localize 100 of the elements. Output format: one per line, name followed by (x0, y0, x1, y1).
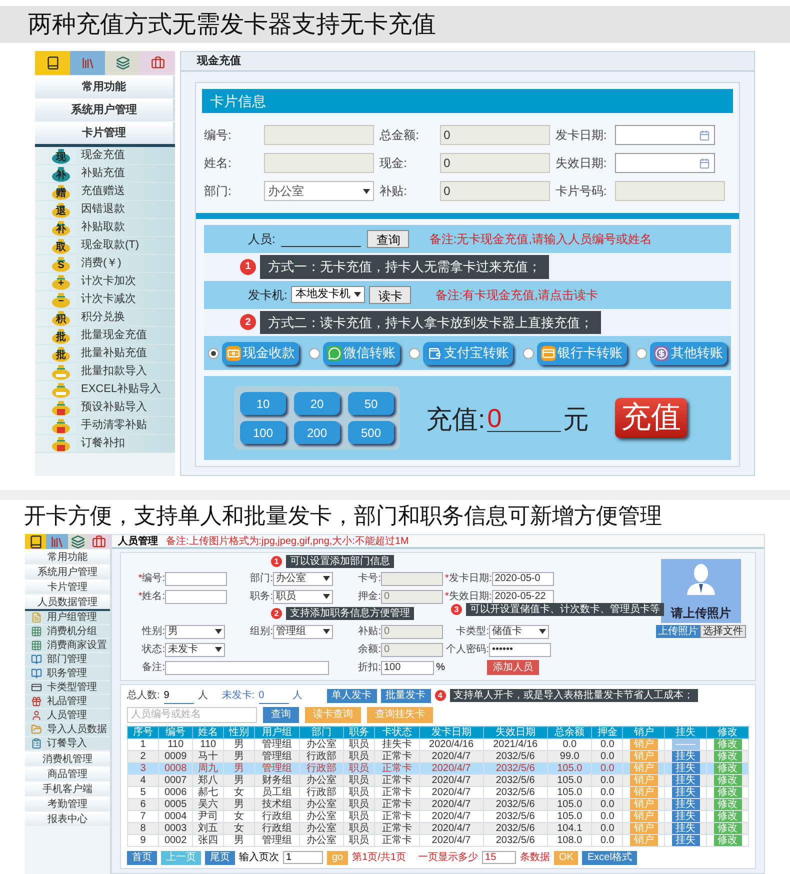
table-row[interactable]: 3 0008 周九 男 管理组 行政部 职员 正常卡 2020/4/7 2032/5/6 105.0 0.0 销户 挂失 修改 (128, 762, 748, 774)
select-field[interactable]: 办公室 (264, 181, 374, 201)
sidebar-tab[interactable] (105, 51, 140, 75)
menu-group[interactable]: 商品管理 (25, 767, 110, 781)
row-action-button[interactable]: 挂失 (672, 775, 700, 786)
pager-button[interactable]: 尾页 (205, 850, 235, 864)
sidebar-tab[interactable] (25, 534, 46, 549)
menu-item[interactable]: 补贴充值 (81, 165, 125, 182)
menu-item[interactable]: 补贴取款 (81, 219, 125, 236)
issue-card-button[interactable]: 单人发卡 (326, 688, 377, 702)
upload-photo-button[interactable]: 上传照片 (656, 625, 700, 638)
menu-item[interactable]: 职务管理 (47, 666, 87, 681)
menu-item[interactable]: 导入人员数据 (47, 722, 107, 737)
menu-item[interactable]: 订餐补扣 (81, 435, 125, 452)
menu-group[interactable]: 常用功能 (35, 76, 175, 98)
menu-group[interactable]: 考勤管理 (25, 797, 110, 811)
choose-file-button[interactable]: 选择文件 (700, 625, 746, 638)
input-field[interactable]: 2020-05-22 (492, 590, 554, 604)
menu-item[interactable]: 用户组管理 (47, 610, 97, 625)
input-field[interactable]: 0 (440, 125, 550, 145)
menu-item[interactable]: 批量补贴充值 (81, 345, 147, 362)
radio-button[interactable] (208, 348, 219, 358)
menu-item[interactable]: 部门管理 (47, 652, 87, 667)
table-row[interactable]: 2 0009 马十 男 管理组 行政部 职员 正常卡 2020/4/7 2032/5/6 99.0 0.0 销户 挂失 修改 (128, 750, 748, 762)
issue-card-button[interactable]: 批量发卡 (380, 688, 431, 702)
input-field[interactable] (165, 660, 329, 674)
row-action-button[interactable]: 挂失 (672, 835, 700, 846)
menu-group[interactable]: 人员数据管理 (25, 595, 110, 609)
menu-group[interactable]: 系统用户管理 (35, 99, 175, 121)
table-row[interactable]: 6 0005 吴六 男 技术组 办公室 职员 正常卡 2020/4/7 2032/5/6 105.0 0.0 销户 挂失 修改 (128, 798, 748, 810)
menu-item[interactable]: 计次卡加次 (81, 273, 136, 290)
sidebar-tab[interactable] (88, 534, 110, 549)
radio-button[interactable] (522, 348, 534, 358)
read-card-button[interactable]: 读卡 (369, 286, 412, 304)
menu-item[interactable]: 消费机分组 (47, 624, 97, 639)
select-field[interactable]: 办公室 (273, 572, 333, 586)
menu-item[interactable]: 批量现金充值 (81, 327, 147, 344)
row-action-button[interactable]: 挂失 (672, 787, 700, 798)
menu-group[interactable]: 消费机管理 (25, 752, 110, 766)
pager-button[interactable]: 首页 (127, 850, 157, 864)
menu-item[interactable]: 现金取款(T) (81, 237, 140, 254)
menu-item[interactable]: 消费商家设置 (47, 638, 107, 653)
sidebar-tab[interactable] (140, 51, 175, 75)
menu-item[interactable]: 卡类型管理 (47, 680, 97, 695)
input-field[interactable]: 0 (440, 181, 550, 201)
menu-group[interactable]: 卡片管理 (25, 580, 110, 594)
menu-item[interactable]: 手动清零补贴 (81, 417, 147, 434)
menu-item[interactable]: 消费(￥) (81, 255, 122, 272)
select-field[interactable]: 职员 (273, 590, 333, 604)
radio-button[interactable] (636, 348, 647, 358)
charge-button[interactable]: 充值 (615, 398, 688, 438)
input-field[interactable] (264, 125, 374, 145)
menu-item[interactable]: 积分兑换 (81, 309, 125, 326)
date-field[interactable] (615, 125, 716, 145)
menu-item[interactable]: 预设补贴导入 (81, 399, 147, 416)
menu-item[interactable]: 人员管理 (47, 708, 87, 723)
menu-item[interactable]: 礼品管理 (47, 694, 87, 709)
search-button[interactable]: 查询 (263, 706, 299, 722)
search-field[interactable]: 人员编号或姓名 (127, 706, 257, 722)
table-row[interactable]: 5 0006 郝七 女 员工组 行政部 职员 正常卡 2020/4/7 2032/5/6 105.0 0.0 销户 挂失 修改 (128, 786, 748, 798)
reader-select[interactable]: 本地发卡机 (291, 286, 366, 303)
row-action-button[interactable]: 挂失 (672, 751, 700, 762)
select-field[interactable]: 储值卡 (489, 624, 549, 638)
menu-item[interactable]: EXCEL补贴导入 (81, 381, 162, 398)
table-row[interactable]: 8 0003 刘五 女 行政组 办公室 职员 正常卡 2020/4/7 2032/5/6 104.1 0.0 销户 挂失 修改 (128, 822, 748, 834)
menu-item[interactable]: 计次卡减次 (81, 291, 136, 308)
menu-item[interactable]: 现金充值 (81, 147, 125, 164)
sidebar-tab[interactable] (35, 51, 70, 75)
menu-group[interactable]: 手机客户端 (25, 782, 110, 796)
input-field[interactable]: 100 (381, 660, 434, 674)
menu-item[interactable]: 因错退款 (81, 201, 125, 218)
excel-button[interactable]: Excel格式 (582, 850, 637, 864)
row-action-button[interactable]: 挂失 (672, 823, 700, 834)
menu-item[interactable]: 充值赠送 (81, 183, 125, 200)
menu-group[interactable]: 常用功能 (25, 550, 110, 564)
date-field[interactable] (615, 153, 716, 173)
menu-group[interactable]: 报表中心 (25, 812, 110, 826)
select-field[interactable]: 管理组 (273, 624, 333, 638)
input-field[interactable]: •••••• (489, 642, 551, 656)
table-row[interactable]: 9 0002 张四 男 管理组 办公室 职员 正常卡 2020/4/7 2032/5/6 108.0 0.0 销户 挂失 修改 (128, 834, 748, 846)
input-field[interactable] (165, 590, 227, 604)
row-action-button[interactable]: 挂失 (672, 811, 700, 822)
row-action-button[interactable]: 挂失 (672, 763, 700, 774)
input-field[interactable] (264, 153, 374, 173)
input-field[interactable] (165, 572, 227, 586)
menu-item[interactable]: 订餐导入 (47, 736, 87, 751)
page-field[interactable]: 1 (283, 851, 323, 864)
menu-group[interactable]: 系统用户管理 (25, 565, 110, 579)
menu-item[interactable]: 批量扣款导入 (81, 363, 147, 380)
radio-button[interactable] (409, 348, 420, 358)
table-row[interactable]: 4 0007 郑八 男 财务组 办公室 职员 正常卡 2020/4/7 2032/5/6 105.0 0.0 销户 挂失 修改 (128, 774, 748, 786)
query-button[interactable]: 查询 (367, 230, 410, 248)
sidebar-tab[interactable] (68, 534, 89, 549)
add-person-button[interactable]: 添加人员 (487, 660, 539, 675)
select-field[interactable]: 未发卡 (165, 642, 225, 656)
menu-group[interactable]: 卡片管理 (35, 122, 175, 144)
input-field[interactable]: 2020-05-0 (492, 572, 554, 586)
page-size-field[interactable]: 15 (482, 851, 516, 864)
table-row[interactable]: 7 0004 尹司 女 行政组 办公室 职员 正常卡 2020/4/7 2032/5/6 105.0 0.0 销户 挂失 修改 (128, 810, 748, 822)
radio-button[interactable] (308, 348, 320, 358)
